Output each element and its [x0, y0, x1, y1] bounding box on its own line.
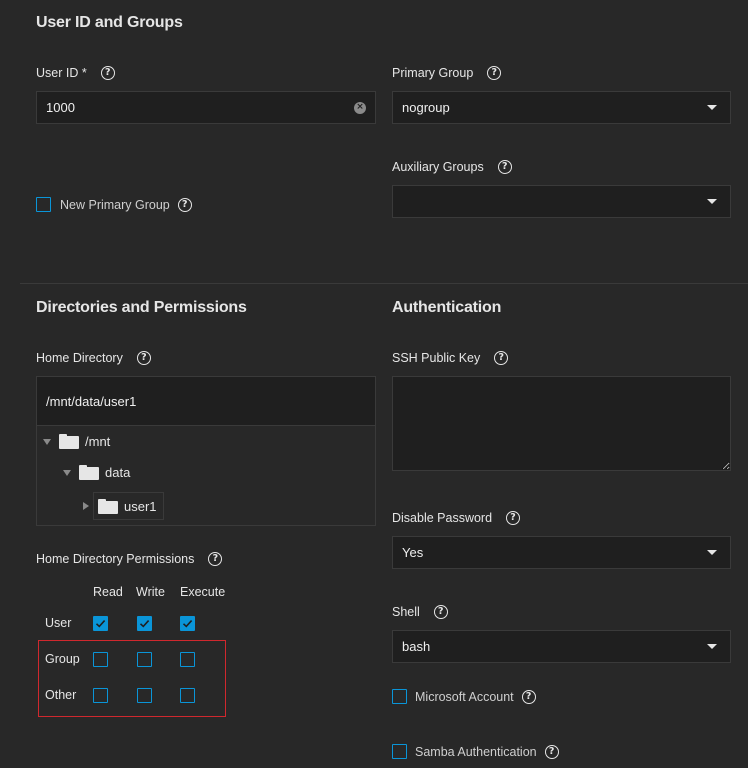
- help-icon[interactable]: ?: [544, 744, 559, 759]
- new-primary-group-label: New Primary Group: [60, 197, 170, 212]
- help-icon[interactable]: ?: [136, 351, 151, 365]
- samba-auth-row: Samba Authentication ?: [392, 744, 559, 759]
- chevron-down-icon: [707, 199, 717, 204]
- new-primary-group-row: New Primary Group ?: [36, 197, 192, 212]
- chevron-down-icon: [707, 105, 717, 110]
- home-directory-label: Home Directory ?: [36, 351, 151, 365]
- ssh-key-label: SSH Public Key ?: [392, 351, 509, 365]
- auxiliary-groups-label: Auxiliary Groups ?: [392, 160, 512, 174]
- samba-auth-checkbox[interactable]: [392, 744, 407, 759]
- microsoft-account-label: Microsoft Account: [415, 689, 514, 704]
- tree-node-mnt[interactable]: /mnt: [43, 434, 110, 449]
- perm-col-execute: Execute: [180, 585, 226, 599]
- home-directory-input[interactable]: /mnt/data/user1: [36, 376, 376, 426]
- help-icon[interactable]: ?: [177, 197, 192, 212]
- shell-select[interactable]: bash: [392, 630, 731, 663]
- perm-user-execute-checkbox[interactable]: [180, 616, 195, 631]
- help-icon[interactable]: ?: [487, 66, 502, 80]
- folder-icon: [59, 434, 79, 449]
- shell-label: Shell ?: [392, 605, 448, 619]
- folder-icon: [98, 498, 118, 514]
- tree-node-user1-selected[interactable]: user1: [93, 492, 164, 520]
- expand-icon[interactable]: [63, 469, 71, 476]
- disable-password-select[interactable]: Yes: [392, 536, 731, 569]
- tree-node-data[interactable]: data: [63, 465, 130, 480]
- help-icon[interactable]: ?: [521, 689, 536, 704]
- section-divider: [20, 283, 748, 284]
- disable-password-label: Disable Password ?: [392, 511, 521, 525]
- perm-row-user: User: [45, 616, 72, 630]
- help-icon[interactable]: ?: [208, 552, 223, 566]
- directory-tree: /mnt data user1: [36, 425, 376, 526]
- help-icon[interactable]: ?: [497, 160, 512, 174]
- chevron-down-icon: [707, 550, 717, 555]
- user-id-value: 1000: [46, 100, 75, 115]
- home-directory-value: /mnt/data/user1: [46, 393, 137, 409]
- section-title-directories: Directories and Permissions: [36, 299, 247, 316]
- clear-icon[interactable]: ×: [354, 101, 366, 114]
- permissions-label: Home Directory Permissions ?: [36, 552, 223, 566]
- user-id-input[interactable]: 1000 ×: [36, 91, 376, 124]
- new-primary-group-checkbox[interactable]: [36, 197, 51, 212]
- primary-group-label: Primary Group ?: [392, 66, 502, 80]
- folder-icon: [79, 465, 99, 480]
- primary-group-select[interactable]: nogroup: [392, 91, 731, 124]
- shell-value: bash: [402, 639, 431, 654]
- perm-user-write-checkbox[interactable]: [137, 616, 152, 631]
- perm-col-write: Write: [136, 585, 165, 599]
- expand-icon[interactable]: [43, 438, 51, 445]
- section-title-authentication: Authentication: [392, 299, 502, 316]
- expand-icon[interactable]: [83, 502, 89, 510]
- tree-node-user1[interactable]: user1: [83, 492, 164, 520]
- help-icon[interactable]: ?: [433, 605, 448, 619]
- disable-password-value: Yes: [402, 545, 424, 560]
- microsoft-account-row: Microsoft Account ?: [392, 689, 536, 704]
- microsoft-account-checkbox[interactable]: [392, 689, 407, 704]
- perm-user-read-checkbox[interactable]: [93, 616, 108, 631]
- primary-group-value: nogroup: [402, 100, 450, 115]
- chevron-down-icon: [707, 644, 717, 649]
- user-id-label: User ID * ?: [36, 66, 115, 80]
- samba-auth-label: Samba Authentication: [415, 744, 537, 759]
- help-icon[interactable]: ?: [100, 66, 115, 80]
- perm-col-read: Read: [93, 585, 123, 599]
- auxiliary-groups-select[interactable]: [392, 185, 731, 218]
- help-icon[interactable]: ?: [494, 351, 509, 365]
- ssh-key-textarea[interactable]: [392, 376, 731, 471]
- help-icon[interactable]: ?: [506, 511, 521, 525]
- highlight-box: [38, 640, 226, 717]
- section-title-user-id-groups: User ID and Groups: [36, 14, 183, 31]
